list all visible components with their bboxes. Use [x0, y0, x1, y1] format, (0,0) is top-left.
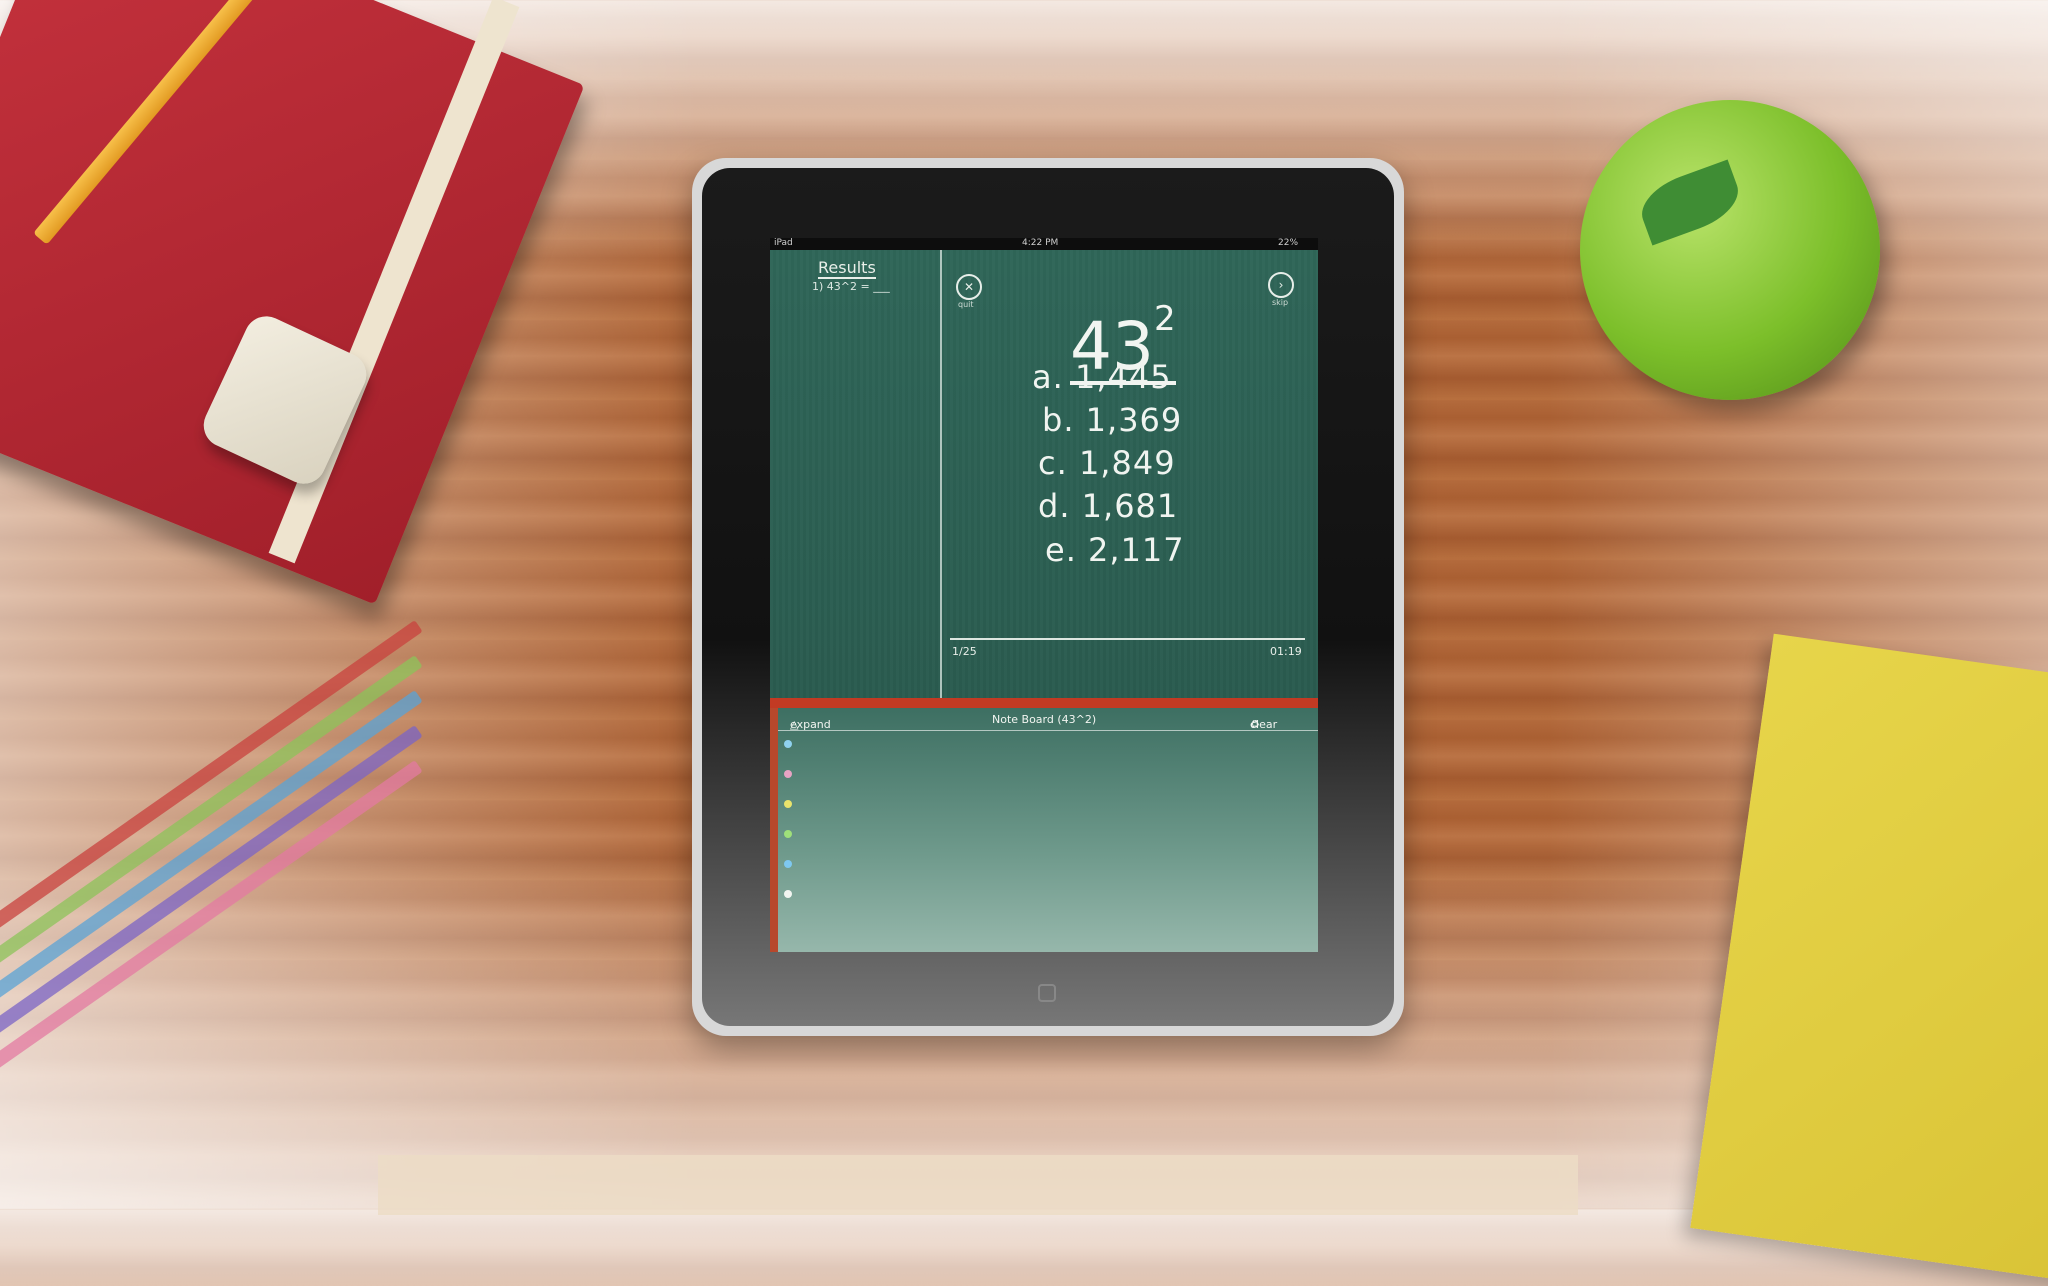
color-dot-blue[interactable] [784, 740, 792, 748]
yellow-notebook [1690, 633, 2048, 1286]
ruler [378, 1155, 1578, 1215]
colored-pencils [0, 620, 480, 1180]
color-dot-white[interactable] [784, 890, 792, 898]
home-button[interactable] [1038, 984, 1056, 1002]
battery-level: 22% [1278, 238, 1299, 248]
status-time: 4:22 PM [1022, 238, 1059, 248]
quit-button[interactable]: ✕ [956, 274, 982, 300]
answer-option-d[interactable]: d. 1,681 [1038, 487, 1178, 525]
timer: 01:19 [1270, 645, 1302, 658]
answer-option-e[interactable]: e. 2,117 [1045, 531, 1185, 569]
question-counter: 1/25 [952, 645, 977, 658]
green-apple [1580, 100, 1880, 400]
results-panel: Results 1) 43^2 = ___ [770, 250, 942, 702]
progress-divider [950, 638, 1305, 640]
color-dot-green[interactable] [784, 830, 792, 838]
color-dot-cyan[interactable] [784, 860, 792, 868]
quit-label: quit [958, 300, 974, 309]
close-circle-icon: ✕ [963, 280, 975, 294]
answer-option-c[interactable]: c. 1,849 [1038, 444, 1176, 482]
color-dot-yellow[interactable] [784, 800, 792, 808]
results-entry: 1) 43^2 = ___ [812, 280, 890, 293]
answer-option-a[interactable]: a. 1,445 [1032, 358, 1172, 396]
note-board[interactable]: △ expand Note Board (43^2) ♻ clear [770, 708, 1318, 952]
chalk-tray [770, 698, 1318, 708]
arrow-right-circle-icon: › [1278, 278, 1284, 292]
status-bar: iPad 4:22 PM 22% [770, 238, 1318, 250]
app-screen: iPad 4:22 PM 22% Results 1) 43^2 = ___ ✕… [770, 238, 1318, 952]
skip-label: skip [1272, 298, 1289, 307]
ipad-device: iPad 4:22 PM 22% Results 1) 43^2 = ___ ✕… [692, 158, 1404, 1036]
chalkboard: Results 1) 43^2 = ___ ✕ quit › skip 432 … [770, 250, 1318, 709]
results-title: Results [818, 258, 876, 279]
clear-label: clear [1250, 718, 1278, 731]
expand-label: expand [790, 718, 831, 731]
device-label: iPad [774, 238, 793, 248]
answer-option-b[interactable]: b. 1,369 [1042, 401, 1182, 439]
note-board-toolbar: △ expand Note Board (43^2) ♻ clear [778, 708, 1318, 731]
problem-exponent: 2 [1153, 299, 1176, 339]
skip-button[interactable]: › [1268, 272, 1294, 298]
note-board-title: Note Board (43^2) [992, 713, 1097, 726]
color-dot-pink[interactable] [784, 770, 792, 778]
